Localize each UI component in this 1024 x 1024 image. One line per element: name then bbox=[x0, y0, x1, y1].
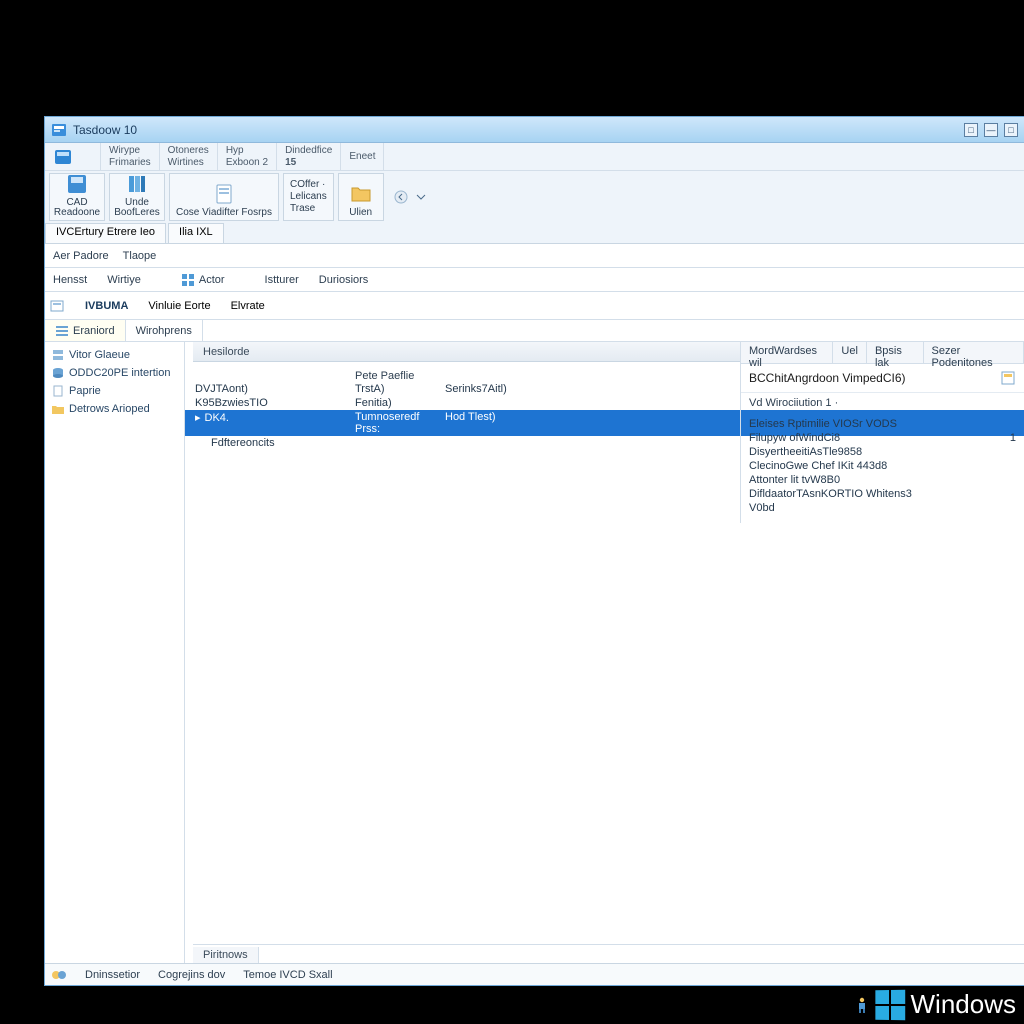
details-line: ClecinoGwe Chef IKit 443d8 bbox=[749, 459, 1016, 473]
ribbon-menu-2[interactable]: HypExboon 2 bbox=[218, 143, 277, 170]
details-title: BCChitAngrdoon VimpedCI6) bbox=[749, 371, 906, 385]
ribbon-group-coffer[interactable]: COffer · Lelicans Trase bbox=[283, 173, 334, 221]
details-action-icon[interactable] bbox=[1000, 370, 1016, 386]
nav-item-0[interactable]: Vitor Glaeue bbox=[47, 346, 182, 364]
location-bar: IVBUMA Vinluie Eorte Elvrate bbox=[45, 292, 1024, 320]
doc-icon bbox=[51, 384, 65, 398]
location-sub-2[interactable]: Elvrate bbox=[231, 300, 265, 312]
window-title: Tasdoow 10 bbox=[73, 123, 964, 137]
nav-item-2[interactable]: Paprie bbox=[47, 382, 182, 400]
command-bar-2: Hensst Wirtiye Actor Istturer Duriosiors bbox=[45, 268, 1024, 292]
nav-back-icon[interactable] bbox=[394, 190, 408, 204]
close-button[interactable]: □ bbox=[1004, 123, 1018, 137]
ribbon-menu-row: WirypeFrimaries OtoneresWirtines HypExbo… bbox=[45, 143, 1024, 171]
cmd-item-0[interactable]: Aer Padore bbox=[53, 250, 109, 262]
ribbon-btn-boofleres[interactable]: Unde BoofLeres bbox=[109, 173, 165, 221]
ribbon-menu-4[interactable]: Eneet bbox=[341, 143, 384, 170]
content-area: Hesilorde Pete Paeflie DVJTAont) TrstA) … bbox=[185, 342, 1024, 964]
details-line: V0bd bbox=[749, 501, 1016, 515]
content-bottom-tabs: Piritnows bbox=[193, 944, 1024, 964]
maximize-button[interactable]: □ bbox=[964, 123, 978, 137]
server-icon bbox=[51, 348, 65, 362]
details-line: Filupyw ofWindCi81 bbox=[749, 431, 1016, 445]
details-pane: MordWardses wil Uel Bpsis lak Sezer Pode… bbox=[740, 342, 1024, 523]
cmd2-item-1[interactable]: Wirtiye bbox=[107, 274, 141, 286]
location-sub-1[interactable]: Vinluie Eorte bbox=[148, 300, 210, 312]
grid-icon bbox=[181, 273, 195, 287]
details-tab-0[interactable]: MordWardses wil bbox=[741, 342, 833, 363]
details-tabs: MordWardses wil Uel Bpsis lak Sezer Pode… bbox=[741, 342, 1024, 364]
ribbon-btn-ulien[interactable]: Ulien bbox=[338, 173, 384, 221]
ribbon-tab-1[interactable]: Ilia IXL bbox=[168, 223, 224, 243]
col-1[interactable]: Pete Paeflie bbox=[355, 370, 445, 382]
list-icon bbox=[55, 324, 69, 338]
ribbon-btn-cose[interactable]: Cose Viadifter Fosrps bbox=[169, 173, 279, 221]
status-item-0[interactable]: Dninssetior bbox=[85, 969, 140, 981]
app-window: Tasdoow 10 □ — □ WirypeFrimaries Otonere… bbox=[44, 116, 1024, 986]
details-line: Attonter lit tvW8B0 bbox=[749, 473, 1016, 487]
folder-small-icon bbox=[51, 402, 65, 416]
app-icon bbox=[51, 122, 67, 138]
chevron-right-icon: ▸ bbox=[195, 412, 201, 424]
titlebar[interactable]: Tasdoow 10 □ — □ bbox=[45, 117, 1024, 143]
details-line: Eleises Rptimilie VIOSr VODS bbox=[749, 417, 1016, 431]
status-item-2[interactable]: Temoe IVCD Sxall bbox=[243, 969, 332, 981]
cmd2-item-0[interactable]: Hensst bbox=[53, 274, 87, 286]
nav-item-3[interactable]: Detrows Arioped bbox=[47, 400, 182, 418]
details-line: DifldaatorTAsnKORTIO Whitens3 bbox=[749, 487, 1016, 501]
view-tab-0[interactable]: Eraniord bbox=[45, 320, 126, 341]
page-icon bbox=[212, 182, 236, 206]
minimize-button[interactable]: — bbox=[984, 123, 998, 137]
status-icon bbox=[51, 967, 67, 983]
command-bar-1: Aer Padore Tlaope bbox=[45, 244, 1024, 268]
ribbon-toolbar: CAD Readoone Unde BoofLeres Cose Viadift… bbox=[45, 171, 1024, 223]
details-subtitle[interactable]: Vd Wirociiution 1 · bbox=[741, 393, 1024, 413]
ribbon: WirypeFrimaries OtoneresWirtines HypExbo… bbox=[45, 143, 1024, 244]
nav-tree: Vitor Glaeue ODDC20PE intertion Paprie D… bbox=[45, 342, 185, 964]
books-icon bbox=[125, 172, 149, 196]
disk-icon bbox=[65, 172, 89, 196]
windows-logo-icon bbox=[875, 989, 905, 1020]
ribbon-btn-cad[interactable]: CAD Readoone bbox=[49, 173, 105, 221]
desktop-watermark: Windows bbox=[855, 989, 1016, 1020]
view-tab-1[interactable]: Wirohprens bbox=[126, 320, 203, 341]
details-line: DisyertheeitiAsTle9858 bbox=[749, 445, 1016, 459]
status-bar: Dninssetior Cogrejins dov Temoe IVCD Sxa… bbox=[45, 963, 1024, 985]
watermark-text: Windows bbox=[911, 989, 1016, 1020]
col-0[interactable] bbox=[195, 370, 355, 382]
folder-icon bbox=[349, 182, 373, 206]
view-tabs: Eraniord Wirohprens bbox=[45, 320, 1024, 342]
cmd2-item-4[interactable]: Duriosiors bbox=[319, 274, 369, 286]
cmd2-item-3[interactable]: Istturer bbox=[265, 274, 299, 286]
main-body: Vitor Glaeue ODDC20PE intertion Paprie D… bbox=[45, 342, 1024, 964]
nav-item-1[interactable]: ODDC20PE intertion bbox=[47, 364, 182, 382]
location-icon bbox=[49, 298, 65, 314]
dropdown-icon[interactable] bbox=[416, 192, 426, 202]
figure-icon bbox=[855, 997, 869, 1013]
details-tab-3[interactable]: Sezer Podenitones bbox=[924, 342, 1024, 363]
ribbon-menu-3[interactable]: Dindedfice15 bbox=[277, 143, 341, 170]
ribbon-bottom-tabs: IVCErtury Etrere Ieo Ilia IXL bbox=[45, 223, 1024, 243]
ribbon-app-button[interactable] bbox=[45, 143, 101, 170]
details-tab-2[interactable]: Bpsis lak bbox=[867, 342, 924, 363]
ribbon-menu-0[interactable]: WirypeFrimaries bbox=[101, 143, 160, 170]
db-icon bbox=[51, 366, 65, 380]
location-label[interactable]: IVBUMA bbox=[85, 300, 128, 312]
status-item-1[interactable]: Cogrejins dov bbox=[158, 969, 225, 981]
cmd-item-1[interactable]: Tlaope bbox=[123, 250, 157, 262]
bottom-tab-0[interactable]: Piritnows bbox=[193, 947, 259, 963]
ribbon-menu-1[interactable]: OtoneresWirtines bbox=[160, 143, 218, 170]
ribbon-tab-0[interactable]: IVCErtury Etrere Ieo bbox=[45, 223, 166, 243]
details-list: Eleises Rptimilie VIOSr VODS Filupyw ofW… bbox=[741, 413, 1024, 523]
cmd2-item-2[interactable]: Actor bbox=[181, 273, 225, 287]
details-tab-1[interactable]: Uel bbox=[833, 342, 867, 363]
